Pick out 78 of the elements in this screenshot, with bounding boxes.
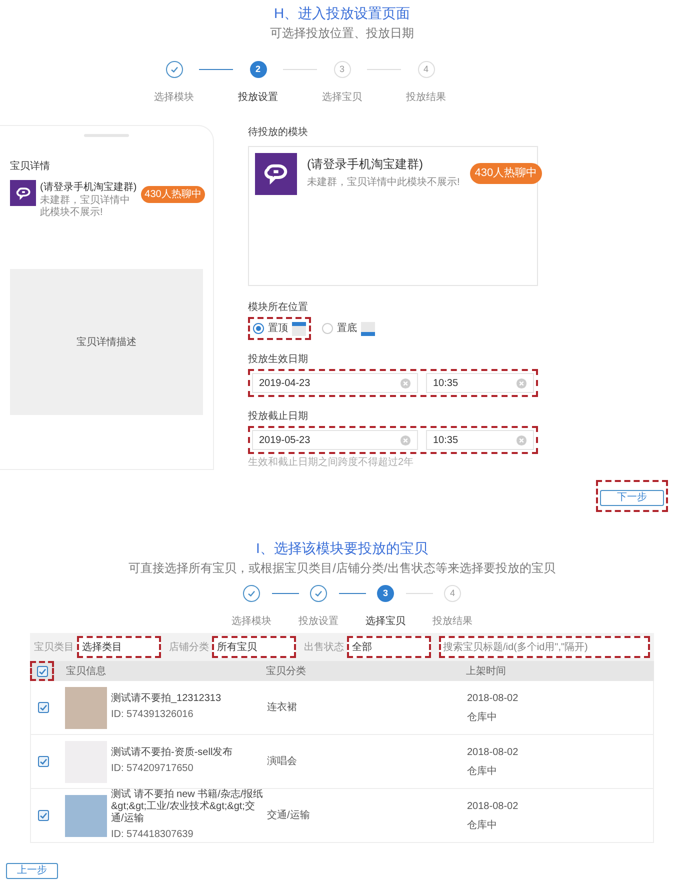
position-icon — [361, 322, 375, 336]
step-label: 投放结果 — [406, 90, 446, 105]
module-note: 未建群，宝贝详情中此模块不展示! — [307, 176, 460, 190]
checkbox[interactable] — [38, 702, 48, 713]
step-number: 2 — [255, 62, 260, 76]
step-label: 投放设置 — [298, 614, 338, 629]
time-field[interactable]: 10:35 — [426, 373, 534, 393]
module-note: 未建群，宝贝详情中此模块不展示! — [40, 195, 131, 219]
step-label: 投放设置 — [238, 90, 278, 105]
table-cell-text: 仓库中 — [467, 710, 498, 724]
date-field[interactable]: 2019-05-23 — [252, 430, 418, 450]
photo-placeholder — [65, 794, 107, 836]
step-label: 选择模块 — [232, 614, 272, 629]
date-field[interactable]: 2019-04-23 — [252, 373, 418, 393]
column-header: 宝贝信息 — [66, 664, 107, 678]
product-id: ID: 574418307639 — [111, 828, 194, 842]
product-title: 测试请不要拍-资质-sell发布 — [111, 747, 233, 759]
step-number: 3 — [339, 62, 344, 76]
preview-section-label: 宝贝详情 — [10, 160, 51, 174]
table-cell-text: 2018-08-02 — [467, 800, 518, 814]
radio-button[interactable] — [253, 323, 264, 334]
section-title: H、进入投放设置页面 — [274, 4, 410, 23]
section-subtitle: 可直接选择所有宝贝，或根据宝贝类目/店铺分类/出售状态等来选择要投放的宝贝 — [128, 560, 556, 577]
chat-bubble-icon — [10, 180, 36, 206]
step-number: 4 — [423, 62, 428, 76]
checkbox[interactable] — [36, 666, 48, 676]
position-option[interactable]: 置底 — [317, 317, 380, 340]
badge: 430人热聊中 — [140, 186, 206, 203]
table-cell-text: 交通/运输 — [267, 808, 311, 823]
description-label: 宝贝详情描述 — [76, 336, 136, 350]
product-id: ID: 574209717650 — [111, 762, 194, 776]
step-label: 选择宝贝 — [366, 614, 406, 629]
step-label: 投放结果 — [432, 614, 472, 629]
badge: 430人热聊中 — [470, 163, 542, 184]
module-title: (请登录手机淘宝建群) — [307, 156, 424, 173]
section-subtitle: 可选择投放位置、投放日期 — [270, 25, 414, 42]
step-label: 选择模块 — [154, 90, 194, 105]
table-cell-text: 仓库中 — [467, 818, 498, 832]
checkbox[interactable] — [38, 810, 48, 821]
product-title: 测试请不要拍_12312313 — [111, 693, 222, 705]
section-title: I、选择该模块要投放的宝贝 — [256, 539, 428, 558]
product-id: ID: 574391326016 — [111, 708, 194, 722]
position-icon — [292, 322, 306, 336]
next-button[interactable]: 下一步 — [600, 490, 664, 506]
filter-select[interactable]: 选择类目 — [77, 636, 161, 658]
search-field[interactable]: 搜索宝贝标题/id(多个id用","隔开) — [439, 636, 650, 658]
table-cell-text: 2018-08-02 — [467, 746, 518, 760]
table-cell-text: 2018-08-02 — [467, 692, 518, 706]
photo-placeholder — [65, 686, 107, 728]
date-label: 投放截止日期 — [248, 410, 309, 424]
column-header: 上架时间 — [466, 664, 506, 678]
table-cell-text: 连衣裙 — [267, 700, 298, 715]
step-label: 选择宝贝 — [322, 90, 362, 105]
check-icon — [170, 65, 178, 74]
filter-label: 出售状态 — [304, 640, 344, 654]
step-number: 3 — [382, 586, 388, 600]
module-title: (请登录手机淘宝建群) — [40, 180, 137, 194]
previous-button[interactable]: 上一步 — [6, 863, 58, 879]
time-field[interactable]: 10:35 — [426, 430, 534, 450]
check-icon — [247, 589, 256, 598]
table-cell-text: 演唱会 — [267, 754, 298, 769]
filter-select[interactable]: 所有宝贝 — [212, 636, 296, 658]
filter-select[interactable]: 全部 — [347, 636, 431, 658]
position-label: 模块所在位置 — [248, 300, 309, 315]
filter-label: 宝贝类目 — [34, 640, 74, 654]
position-option[interactable]: 置顶 — [248, 317, 311, 340]
radio-button[interactable] — [322, 323, 333, 334]
table-cell-text: 仓库中 — [467, 764, 498, 778]
step-number: 4 — [450, 586, 455, 600]
module-label: 待投放的模块 — [248, 126, 309, 140]
date-hint: 生效和截止日期之间跨度不得超过2年 — [248, 456, 415, 470]
filter-label: 店铺分类 — [169, 640, 209, 654]
date-label: 投放生效日期 — [248, 352, 309, 367]
column-header: 宝贝分类 — [266, 664, 307, 678]
check-icon — [314, 589, 323, 598]
checkbox[interactable] — [38, 756, 48, 767]
chat-bubble-icon — [255, 153, 297, 195]
product-title: 测试 请不要拍 new 书籍/杂志/报纸&gt;&gt;工业/农业技术&gt;&gt;交通/运输 — [111, 789, 264, 825]
